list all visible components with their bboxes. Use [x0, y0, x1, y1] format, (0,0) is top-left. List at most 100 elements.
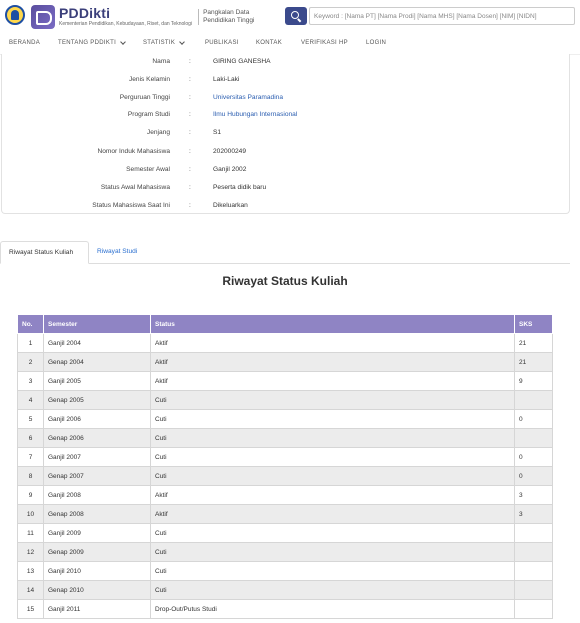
cell-sks: 21: [514, 333, 553, 353]
nav-item-label: VERIFIKASI HP: [301, 40, 348, 46]
tab-riwayat-status-kuliah[interactable]: Riwayat Status Kuliah: [0, 241, 89, 264]
table-header-row: No. Semester Status SKS: [17, 314, 553, 334]
logo-area[interactable]: PDDikti Kementerian Pendidikan, Kebudaya…: [4, 4, 254, 30]
cell-status: Cuti: [150, 447, 515, 467]
nav-item-beranda[interactable]: BERANDA: [9, 40, 40, 46]
search-icon: [291, 11, 301, 21]
cell-semester: Ganjil 2009: [43, 523, 151, 543]
nav-item-label: TENTANG PDDIKTI: [58, 40, 117, 46]
cell-status: Cuti: [150, 428, 515, 448]
cell-status: Cuti: [150, 561, 515, 581]
cell-sks: [514, 523, 553, 543]
tagline-line-2: Pendidikan Tinggi: [203, 17, 255, 24]
detail-label: Jenis Kelamin: [128, 76, 170, 83]
detail-row-jenis-kelamin: Jenis Kelamin : Laki-Laki: [2, 76, 571, 88]
nav-item-login[interactable]: LOGIN: [366, 40, 386, 46]
detail-value: Dikeluarkan: [213, 202, 248, 209]
tab-riwayat-studi[interactable]: Riwayat Studi: [97, 241, 137, 264]
detail-label: Jenjang: [146, 129, 170, 136]
detail-value: Laki-Laki: [213, 76, 240, 83]
university-link[interactable]: Universitas Paramadina: [213, 94, 283, 101]
table-row: 9 Ganjil 2008 Aktif 3: [17, 485, 553, 505]
cell-no: 3: [17, 371, 44, 391]
detail-row-status-saat-ini: Status Mahasiswa Saat Ini : Dikeluarkan: [2, 202, 571, 214]
detail-value: 202000249: [213, 148, 247, 155]
nav-item-kontak[interactable]: KONTAK: [256, 40, 282, 46]
detail-row-jenjang: Jenjang : S1: [2, 129, 571, 141]
cell-no: 10: [17, 504, 44, 524]
pddikti-logo-icon: [31, 5, 55, 29]
cell-no: 5: [17, 409, 44, 429]
nav-item-statistik[interactable]: STATISTIK: [143, 38, 185, 46]
cell-semester: Genap 2005: [43, 390, 151, 410]
detail-row-nama: Nama : GIRING GANESHA: [2, 58, 571, 70]
brand-name: PDDikti: [59, 5, 111, 21]
cell-sks: 3: [514, 504, 553, 524]
detail-label: Status Mahasiswa Saat Ini: [92, 202, 170, 209]
cell-sks: 9: [514, 371, 553, 391]
tagline-line-1: Pangkalan Data: [203, 9, 250, 16]
cell-semester: Ganjil 2006: [43, 409, 151, 429]
column-header-no: No.: [17, 314, 44, 334]
cell-sks: 0: [514, 409, 553, 429]
cell-status: Cuti: [150, 580, 515, 600]
cell-no: 2: [17, 352, 44, 372]
cell-sks: [514, 390, 553, 410]
cell-no: 4: [17, 390, 44, 410]
study-program-link[interactable]: Ilmu Hubungan Internasional: [213, 111, 297, 118]
nav-item-tentang-pddikti[interactable]: TENTANG PDDIKTI: [58, 38, 126, 46]
detail-label: Status Awal Mahasiswa: [100, 184, 170, 191]
cell-semester: Ganjil 2011: [43, 599, 151, 619]
cell-no: 12: [17, 542, 44, 562]
search-button[interactable]: [285, 7, 307, 25]
column-header-semester: Semester: [43, 314, 151, 334]
chevron-down-icon: [179, 38, 185, 45]
cell-status: Drop-Out/Putus Studi: [150, 599, 515, 619]
nav-item-publikasi[interactable]: PUBLIKASI: [205, 40, 239, 46]
cell-sks: 0: [514, 447, 553, 467]
detail-row-perguruan-tinggi: Perguruan Tinggi : Universitas Paramadin…: [2, 94, 571, 106]
cell-status: Aktif: [150, 485, 515, 505]
nav-item-label: LOGIN: [366, 40, 387, 46]
detail-colon: :: [189, 166, 191, 173]
cell-semester: Genap 2010: [43, 580, 151, 600]
detail-row-status-awal: Status Awal Mahasiswa : Peserta didik ba…: [2, 184, 571, 196]
cell-sks: 3: [514, 485, 553, 505]
tut-wuri-handayani-logo-icon: [4, 4, 26, 30]
detail-value: GIRING GANESHA: [213, 58, 271, 65]
chevron-down-icon: [120, 38, 126, 45]
cell-no: 8: [17, 466, 44, 486]
column-header-status: Status: [150, 314, 515, 334]
cell-status: Aktif: [150, 352, 515, 372]
detail-label: Nama: [152, 58, 170, 65]
detail-label: Semester Awal: [126, 166, 170, 173]
cell-semester: Genap 2007: [43, 466, 151, 486]
nav-item-verifikasi-hp[interactable]: VERIFIKASI HP: [301, 40, 348, 46]
table-row: 5 Ganjil 2006 Cuti 0: [17, 409, 553, 429]
detail-label: Program Studi: [127, 111, 170, 118]
detail-colon: :: [189, 148, 191, 155]
cell-status: Cuti: [150, 523, 515, 543]
cell-sks: 0: [514, 466, 553, 486]
cell-semester: Genap 2004: [43, 352, 151, 372]
status-history-table: No. Semester Status SKS 1 Ganjil 2004 Akti…: [17, 314, 553, 619]
detail-colon: :: [189, 76, 191, 83]
cell-semester: Ganjil 2004: [43, 333, 151, 353]
cell-sks: [514, 580, 553, 600]
table-row: 12 Genap 2009 Cuti: [17, 542, 553, 562]
detail-colon: :: [189, 129, 191, 136]
cell-no: 7: [17, 447, 44, 467]
cell-semester: Ganjil 2010: [43, 561, 151, 581]
cell-no: 14: [17, 580, 44, 600]
table-row: 7 Ganjil 2007 Cuti 0: [17, 447, 553, 467]
cell-sks: 21: [514, 352, 553, 372]
cell-semester: Ganjil 2008: [43, 485, 151, 505]
cell-semester: Ganjil 2005: [43, 371, 151, 391]
cell-sks: [514, 428, 553, 448]
table-row: 11 Ganjil 2009 Cuti: [17, 523, 553, 543]
cell-semester: Genap 2008: [43, 504, 151, 524]
cell-sks: [514, 561, 553, 581]
cell-no: 15: [17, 599, 44, 619]
nav-item-label: KONTAK: [256, 40, 283, 46]
search-input[interactable]: [309, 7, 575, 25]
